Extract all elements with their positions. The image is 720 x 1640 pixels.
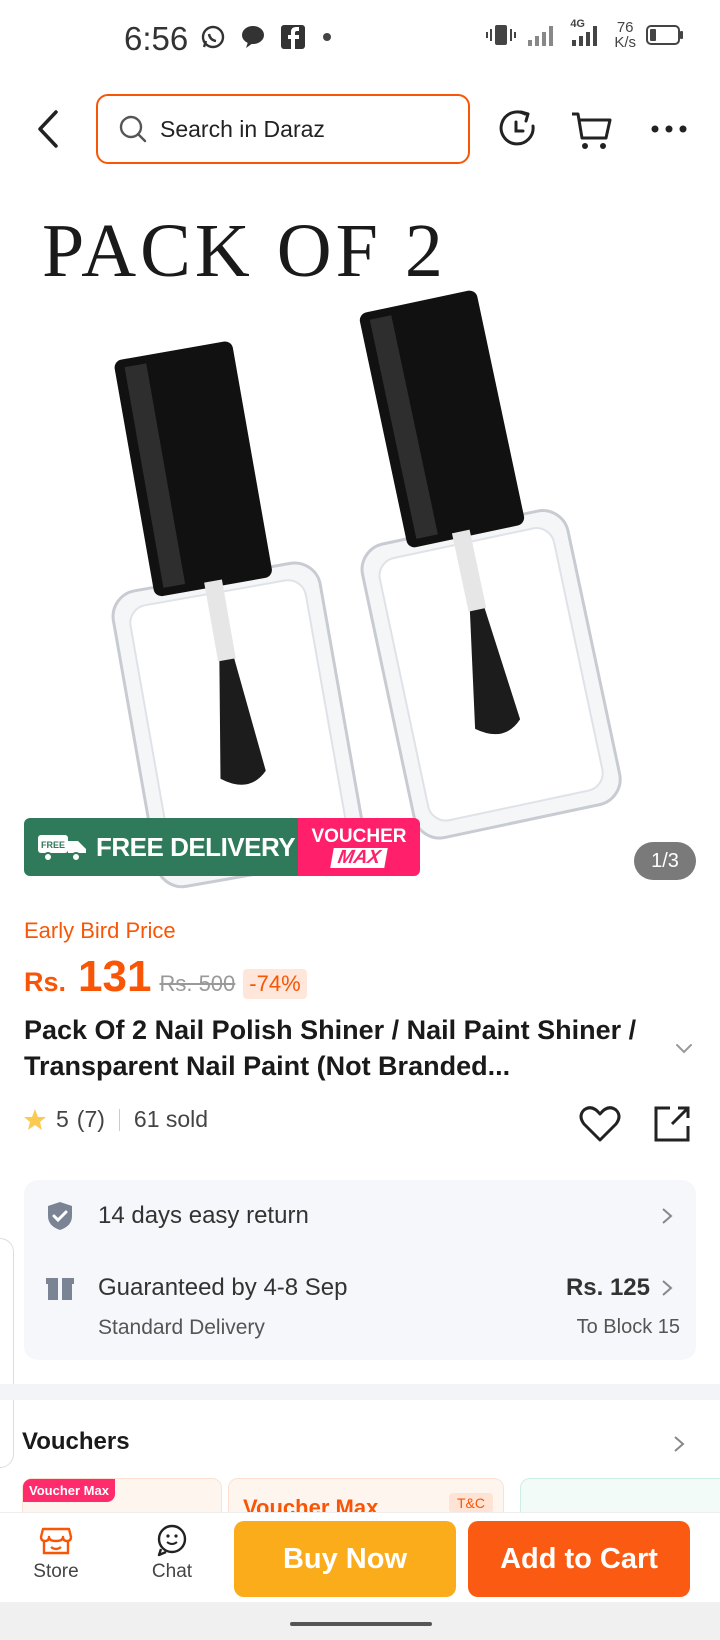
voucher-card[interactable] bbox=[520, 1478, 720, 1512]
back-icon bbox=[38, 110, 58, 148]
return-policy-row[interactable]: 14 days easy return bbox=[24, 1180, 696, 1252]
search-input[interactable]: Search in Daraz bbox=[96, 94, 470, 164]
price: 131 bbox=[78, 952, 152, 1001]
vouchers-title[interactable]: Vouchers bbox=[22, 1428, 130, 1456]
star-icon bbox=[24, 1108, 46, 1130]
history-icon bbox=[499, 110, 535, 146]
expand-title-button[interactable] bbox=[672, 1036, 696, 1060]
delivery-truck-icon: FREE bbox=[38, 835, 86, 862]
voucher-list: Voucher Max Voucher Max T&C bbox=[22, 1478, 720, 1512]
store-label: Store bbox=[33, 1561, 79, 1582]
voucher-max-badge: VOUCHER MAX bbox=[298, 818, 420, 876]
section-divider bbox=[0, 1384, 720, 1400]
cart-icon bbox=[572, 112, 612, 149]
chat-button[interactable]: Chat bbox=[132, 1523, 212, 1583]
chevron-right-icon bbox=[662, 1280, 673, 1296]
voucher-card[interactable]: Voucher Max T&C bbox=[228, 1478, 504, 1512]
package-icon bbox=[46, 1278, 74, 1300]
sold-count: 61 sold bbox=[133, 1106, 209, 1132]
edge-panel-handle[interactable] bbox=[0, 1238, 14, 1468]
free-delivery-badge: FREE FREE DELIVERY bbox=[24, 818, 298, 876]
more-icon bbox=[651, 125, 687, 133]
chat-icon bbox=[157, 1524, 187, 1557]
heart-icon bbox=[579, 1106, 621, 1142]
terms-badge[interactable]: T&C bbox=[449, 1493, 493, 1512]
share-button[interactable] bbox=[650, 1102, 694, 1146]
original-price: Rs. 500 bbox=[159, 971, 236, 996]
rating-count: (7) bbox=[76, 1106, 105, 1132]
wishlist-button[interactable] bbox=[578, 1102, 622, 1146]
early-bird-label: Early Bird Price bbox=[24, 918, 176, 943]
product-title[interactable]: Pack Of 2 Nail Polish Shiner / Nail Pain… bbox=[24, 1012, 664, 1084]
facebook-icon bbox=[281, 25, 305, 49]
header: Search in Daraz bbox=[0, 86, 720, 176]
product-image-carousel[interactable]: PACK OF 2 FREE FREE DELIVERY VOUCHER MAX… bbox=[0, 186, 720, 898]
search-icon bbox=[119, 115, 147, 143]
delivery-price: Rs. 125 bbox=[565, 1274, 650, 1301]
vibrate-icon bbox=[486, 25, 517, 45]
chevron-right-icon[interactable] bbox=[672, 1434, 686, 1454]
shield-check-icon bbox=[48, 1202, 72, 1230]
delivery-info-card: 14 days easy return Guaranteed by 4-8 Se… bbox=[24, 1180, 696, 1360]
chevron-down-icon bbox=[676, 1044, 692, 1054]
delivery-guarantee: Guaranteed by 4-8 Sep bbox=[98, 1274, 348, 1301]
share-icon bbox=[654, 1106, 690, 1142]
bottom-action-bar: Store Chat Buy Now Add to Cart bbox=[0, 1512, 720, 1602]
delivery-location: To Block 15 bbox=[576, 1316, 680, 1338]
rating-value: 5 bbox=[56, 1106, 69, 1132]
back-button[interactable] bbox=[28, 104, 68, 154]
signal-icon bbox=[572, 26, 598, 46]
battery-icon bbox=[646, 25, 683, 45]
home-gesture-handle[interactable] bbox=[290, 1622, 432, 1626]
rating-row[interactable]: 5 (7) 61 sold bbox=[22, 1106, 208, 1133]
currency: Rs. bbox=[24, 967, 67, 997]
more-button[interactable] bbox=[646, 106, 692, 152]
delivery-type: Standard Delivery bbox=[98, 1316, 265, 1339]
net-speed: 76 K/s bbox=[614, 19, 636, 51]
whatsapp-icon bbox=[201, 25, 225, 49]
product-page: 6:56 4G 76 K/s Search in Daraz PACK OF 2… bbox=[0, 0, 720, 1640]
rating-divider bbox=[118, 1108, 120, 1131]
chat-label: Chat bbox=[151, 1561, 193, 1582]
return-policy-text: 14 days easy return bbox=[98, 1202, 309, 1229]
free-badge-text: FREE bbox=[41, 840, 65, 850]
nail-polish-bottles-image bbox=[111, 290, 622, 889]
delivery-voucher-banner: FREE FREE DELIVERY VOUCHER MAX bbox=[24, 818, 420, 876]
store-button[interactable]: Store bbox=[16, 1523, 96, 1583]
history-button[interactable] bbox=[495, 106, 541, 152]
free-delivery-text: FREE DELIVERY bbox=[96, 831, 296, 862]
voucher-card-title: Voucher Max bbox=[243, 1495, 379, 1512]
status-bar: 6:56 4G 76 K/s bbox=[0, 0, 720, 80]
delivery-row[interactable]: Guaranteed by 4-8 Sep Standard Delivery … bbox=[24, 1252, 696, 1360]
discount-badge: -74% bbox=[243, 969, 307, 999]
chat-bubble-icon bbox=[242, 26, 264, 48]
chevron-right-icon bbox=[662, 1208, 673, 1224]
status-time: 6:56 bbox=[124, 20, 189, 57]
dot-icon bbox=[323, 33, 331, 41]
voucher-card[interactable]: Voucher Max bbox=[22, 1478, 222, 1512]
search-placeholder: Search in Daraz bbox=[160, 115, 325, 142]
signal-icon bbox=[528, 26, 554, 46]
system-nav-bar bbox=[0, 1602, 720, 1640]
add-to-cart-button[interactable]: Add to Cart bbox=[468, 1521, 690, 1597]
voucher-tag: Voucher Max bbox=[23, 1479, 115, 1502]
price-row: Rs. 131 Rs. 500 -74% bbox=[24, 952, 307, 1002]
cart-button[interactable] bbox=[568, 106, 614, 152]
buy-now-button[interactable]: Buy Now bbox=[234, 1521, 456, 1597]
store-icon bbox=[39, 1527, 73, 1555]
image-counter: 1/3 bbox=[634, 842, 696, 880]
